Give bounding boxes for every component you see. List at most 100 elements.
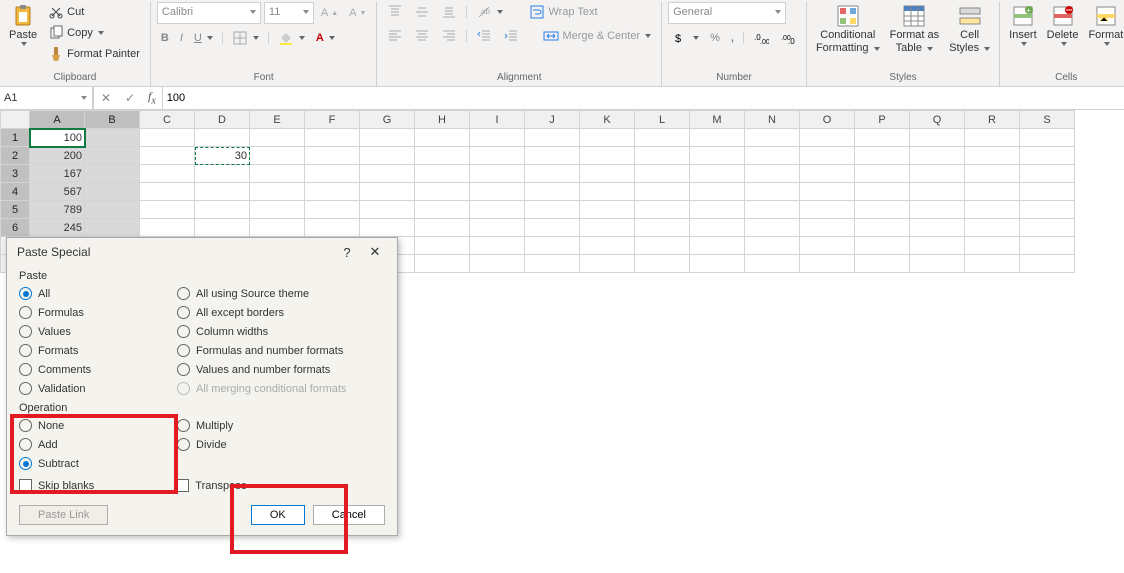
decrease-decimal-button[interactable]: .00.0 bbox=[776, 28, 800, 48]
conditional-formatting-button[interactable]: Conditional Formatting bbox=[813, 2, 883, 56]
cell[interactable] bbox=[800, 255, 855, 273]
bold-button[interactable]: B bbox=[157, 30, 173, 46]
cell[interactable] bbox=[800, 183, 855, 201]
comma-button[interactable]: , bbox=[727, 30, 738, 46]
cell[interactable] bbox=[1020, 237, 1075, 255]
cell[interactable] bbox=[305, 165, 360, 183]
cell[interactable] bbox=[525, 255, 580, 273]
cell[interactable] bbox=[415, 201, 470, 219]
cell[interactable] bbox=[140, 183, 195, 201]
increase-indent-button[interactable] bbox=[499, 26, 523, 46]
cell[interactable] bbox=[305, 147, 360, 165]
format-painter-button[interactable]: Format Painter bbox=[44, 44, 144, 64]
cell[interactable] bbox=[195, 129, 250, 147]
cell[interactable] bbox=[140, 219, 195, 237]
cell[interactable] bbox=[910, 219, 965, 237]
cell[interactable] bbox=[635, 201, 690, 219]
cell[interactable] bbox=[965, 147, 1020, 165]
cell[interactable] bbox=[690, 237, 745, 255]
cell[interactable] bbox=[910, 165, 965, 183]
column-header[interactable]: E bbox=[250, 111, 305, 129]
cell[interactable] bbox=[1020, 255, 1075, 273]
cell[interactable] bbox=[470, 147, 525, 165]
cell[interactable] bbox=[690, 201, 745, 219]
align-center-button[interactable] bbox=[410, 26, 434, 46]
column-header[interactable]: I bbox=[470, 111, 525, 129]
paste-all_theme-radio[interactable]: All using Source theme bbox=[177, 287, 346, 300]
italic-button[interactable]: I bbox=[176, 30, 187, 46]
cell[interactable] bbox=[305, 129, 360, 147]
cell[interactable] bbox=[1020, 219, 1075, 237]
column-header[interactable]: D bbox=[195, 111, 250, 129]
cell[interactable] bbox=[580, 183, 635, 201]
ok-button[interactable]: OK bbox=[251, 505, 305, 525]
cell[interactable] bbox=[690, 255, 745, 273]
cell[interactable] bbox=[415, 165, 470, 183]
cell[interactable] bbox=[1020, 129, 1075, 147]
cell[interactable] bbox=[745, 201, 800, 219]
paste-values-radio[interactable]: Values bbox=[19, 325, 149, 338]
wrap-text-button[interactable]: Wrap Text bbox=[525, 2, 601, 22]
cell[interactable]: 30 bbox=[195, 147, 250, 165]
cell[interactable] bbox=[85, 165, 140, 183]
cell[interactable] bbox=[580, 129, 635, 147]
cell[interactable] bbox=[635, 165, 690, 183]
column-header[interactable]: N bbox=[745, 111, 800, 129]
dialog-close-button[interactable]: ✕ bbox=[361, 244, 389, 260]
cell[interactable] bbox=[250, 129, 305, 147]
column-header[interactable]: G bbox=[360, 111, 415, 129]
cell[interactable] bbox=[140, 165, 195, 183]
column-header[interactable]: O bbox=[800, 111, 855, 129]
op-multiply-radio[interactable]: Multiply bbox=[177, 419, 233, 432]
cancel-formula-button[interactable]: ✕ bbox=[94, 91, 118, 105]
cell[interactable] bbox=[415, 255, 470, 273]
cell[interactable]: 100 bbox=[30, 129, 85, 147]
align-top-button[interactable] bbox=[383, 2, 407, 22]
cell[interactable] bbox=[470, 201, 525, 219]
cell[interactable] bbox=[360, 201, 415, 219]
cell[interactable] bbox=[470, 255, 525, 273]
cell[interactable] bbox=[360, 219, 415, 237]
column-header[interactable]: L bbox=[635, 111, 690, 129]
cell[interactable] bbox=[745, 129, 800, 147]
row-header[interactable]: 3 bbox=[1, 165, 30, 183]
cell[interactable] bbox=[415, 129, 470, 147]
cell[interactable] bbox=[415, 147, 470, 165]
cell[interactable] bbox=[635, 255, 690, 273]
op-none-radio[interactable]: None bbox=[19, 419, 149, 432]
cell[interactable] bbox=[85, 183, 140, 201]
percent-button[interactable]: % bbox=[706, 30, 724, 46]
cell[interactable] bbox=[965, 183, 1020, 201]
column-header[interactable]: S bbox=[1020, 111, 1075, 129]
cell[interactable] bbox=[910, 183, 965, 201]
enter-formula-button[interactable]: ✓ bbox=[118, 91, 142, 105]
cell[interactable] bbox=[745, 165, 800, 183]
cell[interactable] bbox=[250, 219, 305, 237]
cell[interactable] bbox=[855, 255, 910, 273]
cell[interactable] bbox=[635, 147, 690, 165]
name-box[interactable]: A1 bbox=[0, 87, 93, 109]
cell[interactable] bbox=[855, 219, 910, 237]
cell[interactable] bbox=[250, 165, 305, 183]
merge-center-button[interactable]: Merge & Center bbox=[539, 26, 655, 46]
cell[interactable] bbox=[525, 147, 580, 165]
align-bottom-button[interactable] bbox=[437, 2, 461, 22]
cell[interactable] bbox=[855, 147, 910, 165]
paste-link-button[interactable]: Paste Link bbox=[19, 505, 108, 525]
cell[interactable] bbox=[525, 165, 580, 183]
cell[interactable] bbox=[800, 219, 855, 237]
cell[interactable] bbox=[470, 219, 525, 237]
dialog-help-button[interactable]: ? bbox=[333, 245, 361, 260]
cell[interactable] bbox=[195, 165, 250, 183]
cell[interactable] bbox=[580, 165, 635, 183]
column-header[interactable]: H bbox=[415, 111, 470, 129]
row-header[interactable]: 2 bbox=[1, 147, 30, 165]
cell[interactable] bbox=[800, 129, 855, 147]
cell[interactable] bbox=[690, 147, 745, 165]
cell[interactable] bbox=[910, 147, 965, 165]
cell[interactable] bbox=[140, 147, 195, 165]
row-header[interactable]: 6 bbox=[1, 219, 30, 237]
column-header[interactable]: R bbox=[965, 111, 1020, 129]
accounting-button[interactable]: $ bbox=[668, 28, 703, 48]
cell[interactable] bbox=[855, 129, 910, 147]
